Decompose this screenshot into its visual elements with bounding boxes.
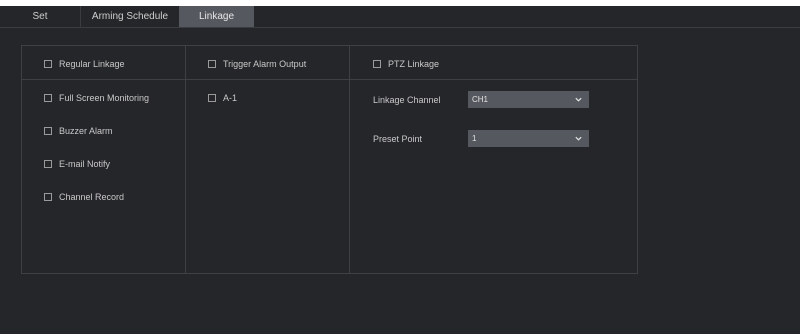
chevron-down-icon	[575, 97, 582, 102]
buzzer-alarm-checkbox[interactable]: Buzzer Alarm	[44, 124, 113, 138]
channel-record-checkbox[interactable]: Channel Record	[44, 190, 124, 204]
tab-linkage[interactable]: Linkage	[179, 6, 254, 27]
ptz-linkage-label: PTZ Linkage	[388, 59, 440, 69]
full-screen-monitoring-label: Full Screen Monitoring	[59, 93, 150, 103]
alarm-output-a1-checkbox[interactable]: A-1	[208, 91, 237, 105]
checkbox-icon	[373, 60, 381, 68]
alarm-output-a1-label: A-1	[223, 93, 238, 103]
column-divider	[349, 46, 350, 273]
regular-linkage-label: Regular Linkage	[59, 59, 125, 69]
email-notify-checkbox[interactable]: E-mail Notify	[44, 157, 110, 171]
chevron-down-icon	[575, 136, 582, 141]
full-screen-monitoring-checkbox[interactable]: Full Screen Monitoring	[44, 91, 149, 105]
tab-set[interactable]: Set	[0, 6, 80, 27]
linkage-panel: Regular Linkage Full Screen Monitoring B…	[21, 45, 638, 274]
checkbox-icon	[44, 193, 52, 201]
channel-record-label: Channel Record	[59, 192, 125, 202]
checkbox-icon	[44, 127, 52, 135]
checkbox-icon	[208, 94, 216, 102]
trigger-alarm-output-label: Trigger Alarm Output	[223, 59, 307, 69]
tab-bar: Set Arming Schedule Linkage	[0, 6, 800, 28]
regular-linkage-checkbox[interactable]: Regular Linkage	[44, 57, 125, 71]
buzzer-alarm-label: Buzzer Alarm	[59, 126, 113, 136]
preset-point-select[interactable]: 1	[468, 130, 589, 147]
checkbox-icon	[44, 94, 52, 102]
header-divider	[22, 79, 637, 80]
ptz-linkage-checkbox[interactable]: PTZ Linkage	[373, 57, 439, 71]
trigger-alarm-output-checkbox[interactable]: Trigger Alarm Output	[208, 57, 306, 71]
tab-arming-schedule[interactable]: Arming Schedule	[80, 6, 180, 27]
email-notify-label: E-mail Notify	[59, 159, 111, 169]
linkage-channel-select[interactable]: CH1	[468, 91, 589, 108]
checkbox-icon	[208, 60, 216, 68]
preset-point-value: 1	[472, 134, 477, 143]
column-divider	[185, 46, 186, 273]
linkage-channel-value: CH1	[472, 95, 489, 104]
preset-point-label: Preset Point	[373, 134, 423, 144]
checkbox-icon	[44, 160, 52, 168]
linkage-channel-label: Linkage Channel	[373, 95, 441, 105]
checkbox-icon	[44, 60, 52, 68]
